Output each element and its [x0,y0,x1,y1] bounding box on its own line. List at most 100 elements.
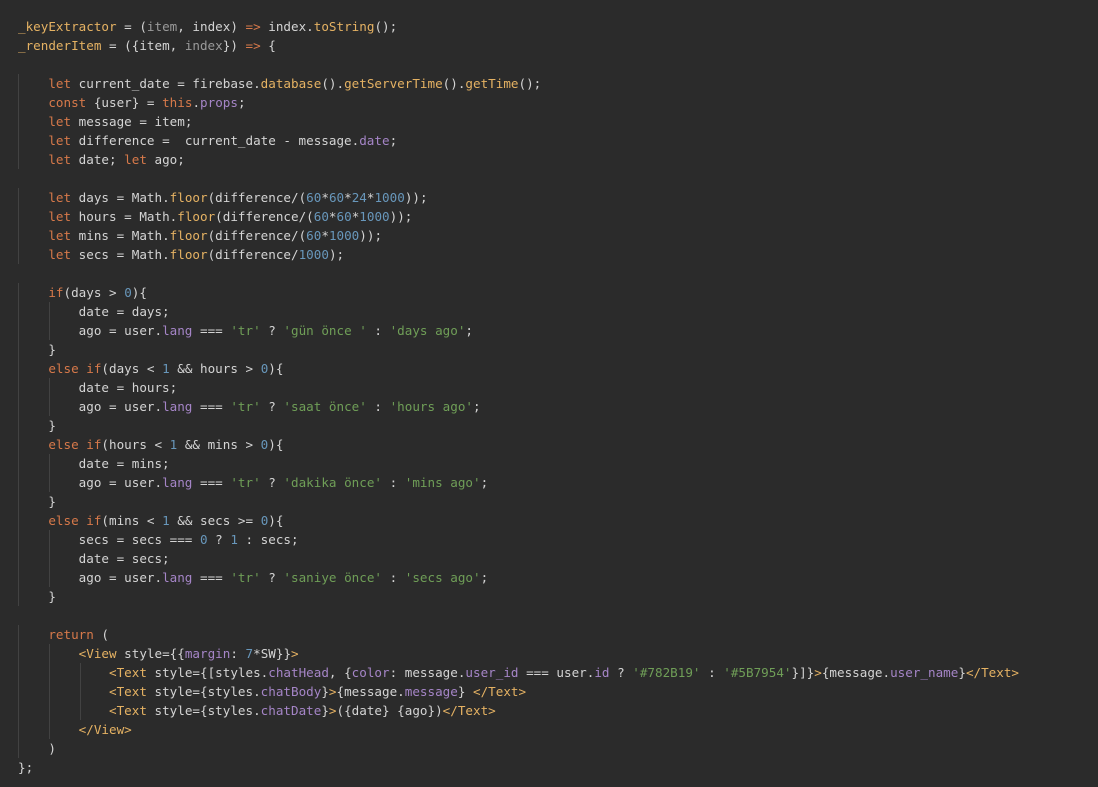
code-token: let [48,190,72,205]
code-line[interactable]: else if(days < 1 && hours > 0){ [0,359,1098,378]
code-token: date = days; [18,304,170,319]
code-line[interactable]: let hours = Math.floor(difference/(60*60… [0,207,1098,226]
code-line[interactable]: }; [0,758,1098,777]
code-line[interactable]: const {user} = this.props; [0,93,1098,112]
indent-guide [18,720,19,739]
code-line[interactable] [0,264,1098,283]
code-line[interactable]: let days = Math.floor(difference/(60*60*… [0,188,1098,207]
code-line[interactable]: _keyExtractor = (item, index) => index.t… [0,17,1098,36]
code-token: days = Math. [71,190,170,205]
code-line[interactable]: date = hours; [0,378,1098,397]
code-token: ago = user. [18,399,163,414]
code-token: ){ [131,285,147,300]
code-token: = ( [116,19,147,34]
code-line[interactable]: let difference = current_date - message.… [0,131,1098,150]
code-token: )); [389,209,413,224]
code-line[interactable]: ago = user.lang === 'tr' ? 'saat önce' :… [0,397,1098,416]
code-line[interactable]: } [0,340,1098,359]
code-token: let [48,152,72,167]
code-token: ? [260,323,284,338]
code-token: difference = current_date - message. [71,133,360,148]
code-token: )); [404,190,428,205]
code-line[interactable]: <Text style={styles.chatDate}>({date} {a… [0,701,1098,720]
code-token: color [351,665,390,680]
code-token: > [814,665,822,680]
code-line[interactable]: else if(hours < 1 && mins > 0){ [0,435,1098,454]
code-token: return [48,627,94,642]
code-token: }) [222,38,246,53]
code-line[interactable]: let current_date = firebase.database().g… [0,74,1098,93]
code-token: (difference/( [207,228,307,243]
indent-guide [49,663,50,682]
indent-guide [49,568,50,587]
code-token: let [124,152,147,167]
code-token: , index) [177,19,246,34]
indent-guide [18,568,19,587]
code-line[interactable]: let secs = Math.floor(difference/1000); [0,245,1098,264]
code-line[interactable]: let date; let ago; [0,150,1098,169]
code-line[interactable]: else if(mins < 1 && secs >= 0){ [0,511,1098,530]
code-line[interactable]: ago = user.lang === 'tr' ? 'saniye önce'… [0,568,1098,587]
code-token: floor [169,190,208,205]
code-editor[interactable]: _keyExtractor = (item, index) => index.t… [0,0,1098,787]
indent-guide [18,302,19,321]
code-line[interactable] [0,169,1098,188]
code-token: ; [480,475,489,490]
code-token: 'secs ago' [404,570,481,585]
code-token: ago = user. [18,570,163,585]
code-token: 'mins ago' [404,475,481,490]
code-line[interactable]: <View style={{margin: 7*SW}}> [0,644,1098,663]
code-token: , { [328,665,352,680]
code-line[interactable] [0,55,1098,74]
code-line[interactable] [0,606,1098,625]
code-token: (difference/ [207,247,299,262]
code-line[interactable]: <Text style={[styles.chatHead, {color: m… [0,663,1098,682]
code-token: ; [480,570,489,585]
code-line[interactable]: date = days; [0,302,1098,321]
code-line[interactable]: } [0,492,1098,511]
code-token: let [48,133,72,148]
code-line[interactable]: } [0,587,1098,606]
code-token: 'dakika önce' [283,475,382,490]
code-line[interactable]: </View> [0,720,1098,739]
code-token: let [48,228,72,243]
code-token: 1000 [328,228,360,243]
indent-guide [49,397,50,416]
code-token: === [192,570,231,585]
code-token: lang [162,399,193,414]
code-token: style={styles. [146,684,261,699]
code-line[interactable]: if(days > 0){ [0,283,1098,302]
code-line[interactable]: } [0,416,1098,435]
code-token: style={styles. [146,703,261,718]
code-line[interactable]: date = secs; [0,549,1098,568]
code-line[interactable]: secs = secs === 0 ? 1 : secs; [0,530,1098,549]
indent-guide [18,530,19,549]
code-line[interactable]: ago = user.lang === 'tr' ? 'gün önce ' :… [0,321,1098,340]
code-token: => [245,19,261,34]
code-token: > [328,703,337,718]
code-token: === [192,399,231,414]
code-token: ? [260,475,284,490]
code-token: ; [237,95,246,110]
code-line[interactable]: ago = user.lang === 'tr' ? 'dakika önce'… [0,473,1098,492]
indent-guide [18,245,19,264]
code-line[interactable]: <Text style={styles.chatBody}>{message.m… [0,682,1098,701]
code-line[interactable]: ) [0,739,1098,758]
code-line[interactable]: date = mins; [0,454,1098,473]
code-line[interactable]: let message = item; [0,112,1098,131]
code-token: lang [162,323,193,338]
code-line[interactable]: _renderItem = ({item, index}) => { [0,36,1098,55]
code-line[interactable]: return ( [0,625,1098,644]
code-token: id [594,665,610,680]
code-token: else if [48,437,102,452]
indent-guide [18,473,19,492]
code-token: )); [359,228,383,243]
code-token: ({date} {ago}) [336,703,443,718]
code-line[interactable]: let mins = Math.floor(difference/(60*100… [0,226,1098,245]
indent-guide [18,283,19,302]
